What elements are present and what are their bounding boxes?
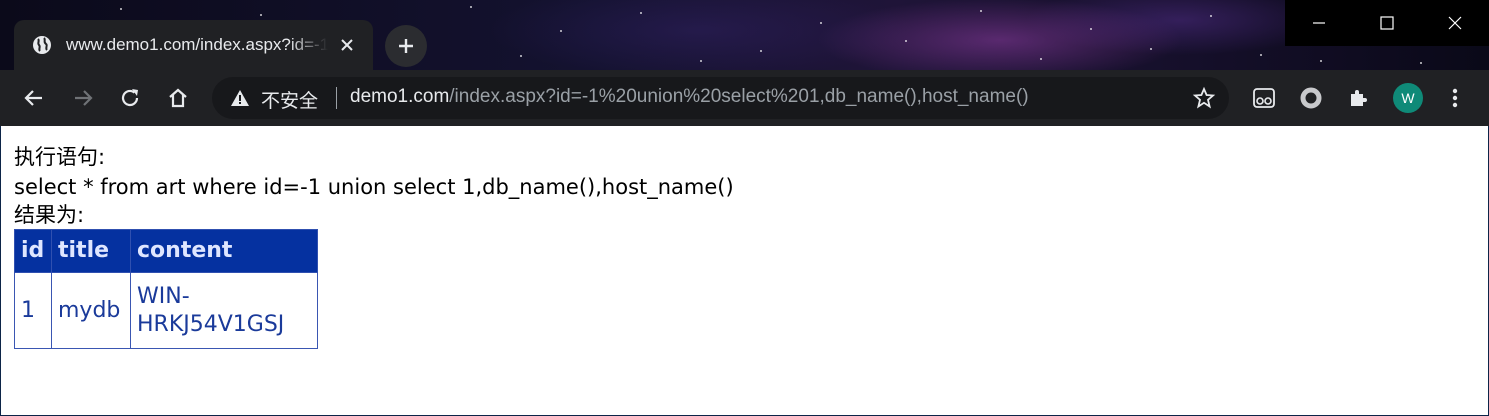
extensions-puzzle-icon[interactable] — [1347, 86, 1371, 110]
plus-icon — [399, 39, 413, 53]
cell-title: mydb — [51, 272, 131, 349]
omnibox-separator — [336, 87, 337, 109]
extension-circle-icon[interactable] — [1299, 86, 1323, 110]
cell-content: WIN- HRKJ54V1GSJ — [130, 272, 318, 349]
tab-title: www.demo1.com/index.aspx?id=-1%20union%2… — [66, 35, 328, 54]
reading-mode-icon[interactable] — [1252, 86, 1276, 110]
security-label[interactable]: 不安全 — [261, 86, 318, 113]
column-header-id: id — [14, 229, 52, 273]
result-label: 结果为: — [14, 203, 85, 227]
cell-id: 1 — [14, 272, 52, 349]
close-icon — [1448, 16, 1462, 30]
column-header-content: content — [130, 229, 318, 273]
window-titlebar: www.demo1.com/index.aspx?id=-1%20union%2… — [0, 0, 1489, 70]
minimize-button[interactable] — [1285, 0, 1353, 46]
page-content: 执行语句: select * from art where id=-1 unio… — [14, 142, 734, 349]
result-table: id title content 1 mydb WIN- HRKJ54V1GSJ — [14, 229, 318, 349]
maximize-button[interactable] — [1353, 0, 1421, 46]
close-window-button[interactable] — [1421, 0, 1489, 46]
reload-icon[interactable] — [118, 86, 142, 110]
browser-tab-active[interactable]: www.demo1.com/index.aspx?id=-1%20union%2… — [14, 20, 373, 70]
home-icon[interactable] — [166, 86, 190, 110]
tab-close-icon[interactable] — [339, 37, 355, 53]
statement-label: 执行语句: — [14, 145, 106, 169]
url-path: /index.aspx?id=-1%20union%20select%201,d… — [449, 86, 1029, 107]
profile-avatar[interactable]: W — [1393, 83, 1423, 113]
table-row: 1 mydb WIN- HRKJ54V1GSJ — [14, 272, 318, 349]
more-menu-icon[interactable] — [1443, 86, 1467, 110]
back-arrow-icon[interactable] — [22, 86, 46, 110]
maximize-icon — [1380, 16, 1394, 30]
url-host: demo1.com — [350, 86, 450, 107]
window-controls — [1285, 0, 1489, 46]
bookmark-star-icon[interactable] — [1192, 86, 1216, 110]
globe-icon — [33, 36, 51, 54]
table-header-row: id title content — [14, 229, 318, 273]
column-header-title: title — [51, 229, 131, 273]
forward-arrow-icon[interactable] — [71, 86, 95, 110]
sql-statement: select * from art where id=-1 union sele… — [14, 175, 734, 199]
new-tab-button[interactable] — [385, 25, 427, 67]
warning-icon[interactable] — [230, 88, 250, 108]
page-viewport: 执行语句: select * from art where id=-1 unio… — [0, 126, 1489, 416]
minimize-icon — [1313, 22, 1325, 24]
url-text[interactable]: demo1.com/index.aspx?id=-1%20union%20sel… — [350, 86, 1029, 108]
